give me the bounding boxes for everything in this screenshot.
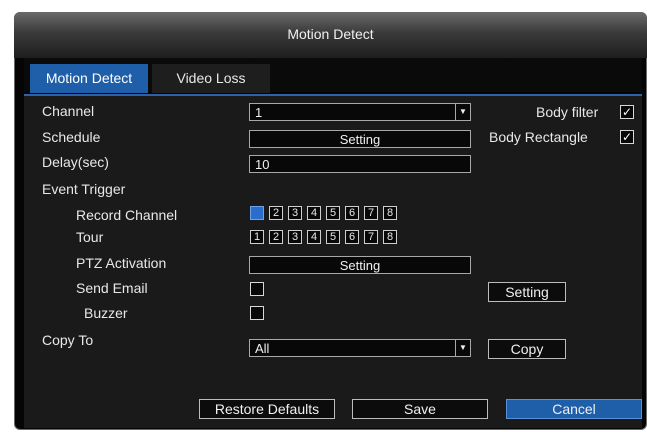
tab-video-loss[interactable]: Video Loss <box>152 64 270 93</box>
body-filter-label: Body filter <box>536 104 599 120</box>
buzzer-label: Buzzer <box>84 305 128 321</box>
save-button[interactable]: Save <box>352 399 488 419</box>
schedule-label: Schedule <box>42 129 101 145</box>
tour-label: Tour <box>76 229 104 245</box>
tour-box-3[interactable]: 3 <box>288 230 302 244</box>
record-channel-boxes: 12345678 <box>250 206 402 222</box>
send-email-label: Send Email <box>76 280 148 296</box>
record-channel-box-3[interactable]: 3 <box>288 206 302 220</box>
body-rectangle-label: Body Rectangle <box>489 129 588 145</box>
event-trigger-label: Event Trigger <box>42 181 126 197</box>
tour-box-8[interactable]: 8 <box>383 230 397 244</box>
record-channel-box-2[interactable]: 2 <box>269 206 283 220</box>
send-email-checkbox[interactable] <box>250 282 264 296</box>
tour-box-5[interactable]: 5 <box>326 230 340 244</box>
record-channel-box-1[interactable]: 1 <box>250 206 264 220</box>
delay-input[interactable]: 10 <box>249 155 471 173</box>
delay-label: Delay(sec) <box>42 154 109 170</box>
record-channel-box-4[interactable]: 4 <box>307 206 321 220</box>
cancel-button[interactable]: Cancel <box>506 399 642 419</box>
dropdown-arrow-icon: ▼ <box>455 104 470 120</box>
tour-box-2[interactable]: 2 <box>269 230 283 244</box>
record-channel-box-7[interactable]: 7 <box>364 206 378 220</box>
channel-label: Channel <box>42 103 95 119</box>
schedule-setting-button[interactable]: Setting <box>249 130 471 148</box>
email-setting-button[interactable]: Setting <box>488 282 566 302</box>
tour-box-1[interactable]: 1 <box>250 230 264 244</box>
tour-boxes: 12345678 <box>250 230 402 246</box>
copy-to-value: All <box>255 341 270 356</box>
tour-box-4[interactable]: 4 <box>307 230 321 244</box>
record-channel-box-6[interactable]: 6 <box>345 206 359 220</box>
copy-to-label: Copy To <box>42 332 94 348</box>
body-rectangle-checkbox[interactable]: ✓ <box>620 130 634 144</box>
channel-select[interactable]: 1 ▼ <box>249 103 471 121</box>
ptz-setting-button[interactable]: Setting <box>249 256 471 274</box>
tour-box-7[interactable]: 7 <box>364 230 378 244</box>
tour-box-6[interactable]: 6 <box>345 230 359 244</box>
copy-button[interactable]: Copy <box>488 339 566 359</box>
record-channel-label: Record Channel <box>76 207 178 223</box>
record-channel-box-8[interactable]: 8 <box>383 206 397 220</box>
check-icon: ✓ <box>621 105 633 119</box>
channel-value: 1 <box>255 105 263 120</box>
buzzer-checkbox[interactable] <box>250 306 264 320</box>
record-channel-box-5[interactable]: 5 <box>326 206 340 220</box>
check-icon: ✓ <box>621 130 633 144</box>
body-filter-checkbox[interactable]: ✓ <box>620 105 634 119</box>
dropdown-arrow-icon: ▼ <box>455 340 470 356</box>
tab-motion-detect[interactable]: Motion Detect <box>30 64 148 93</box>
window-title: Motion Detect <box>14 12 647 58</box>
ptz-activation-label: PTZ Activation <box>76 255 167 271</box>
copy-to-select[interactable]: All ▼ <box>249 339 471 357</box>
restore-defaults-button[interactable]: Restore Defaults <box>199 399 335 419</box>
